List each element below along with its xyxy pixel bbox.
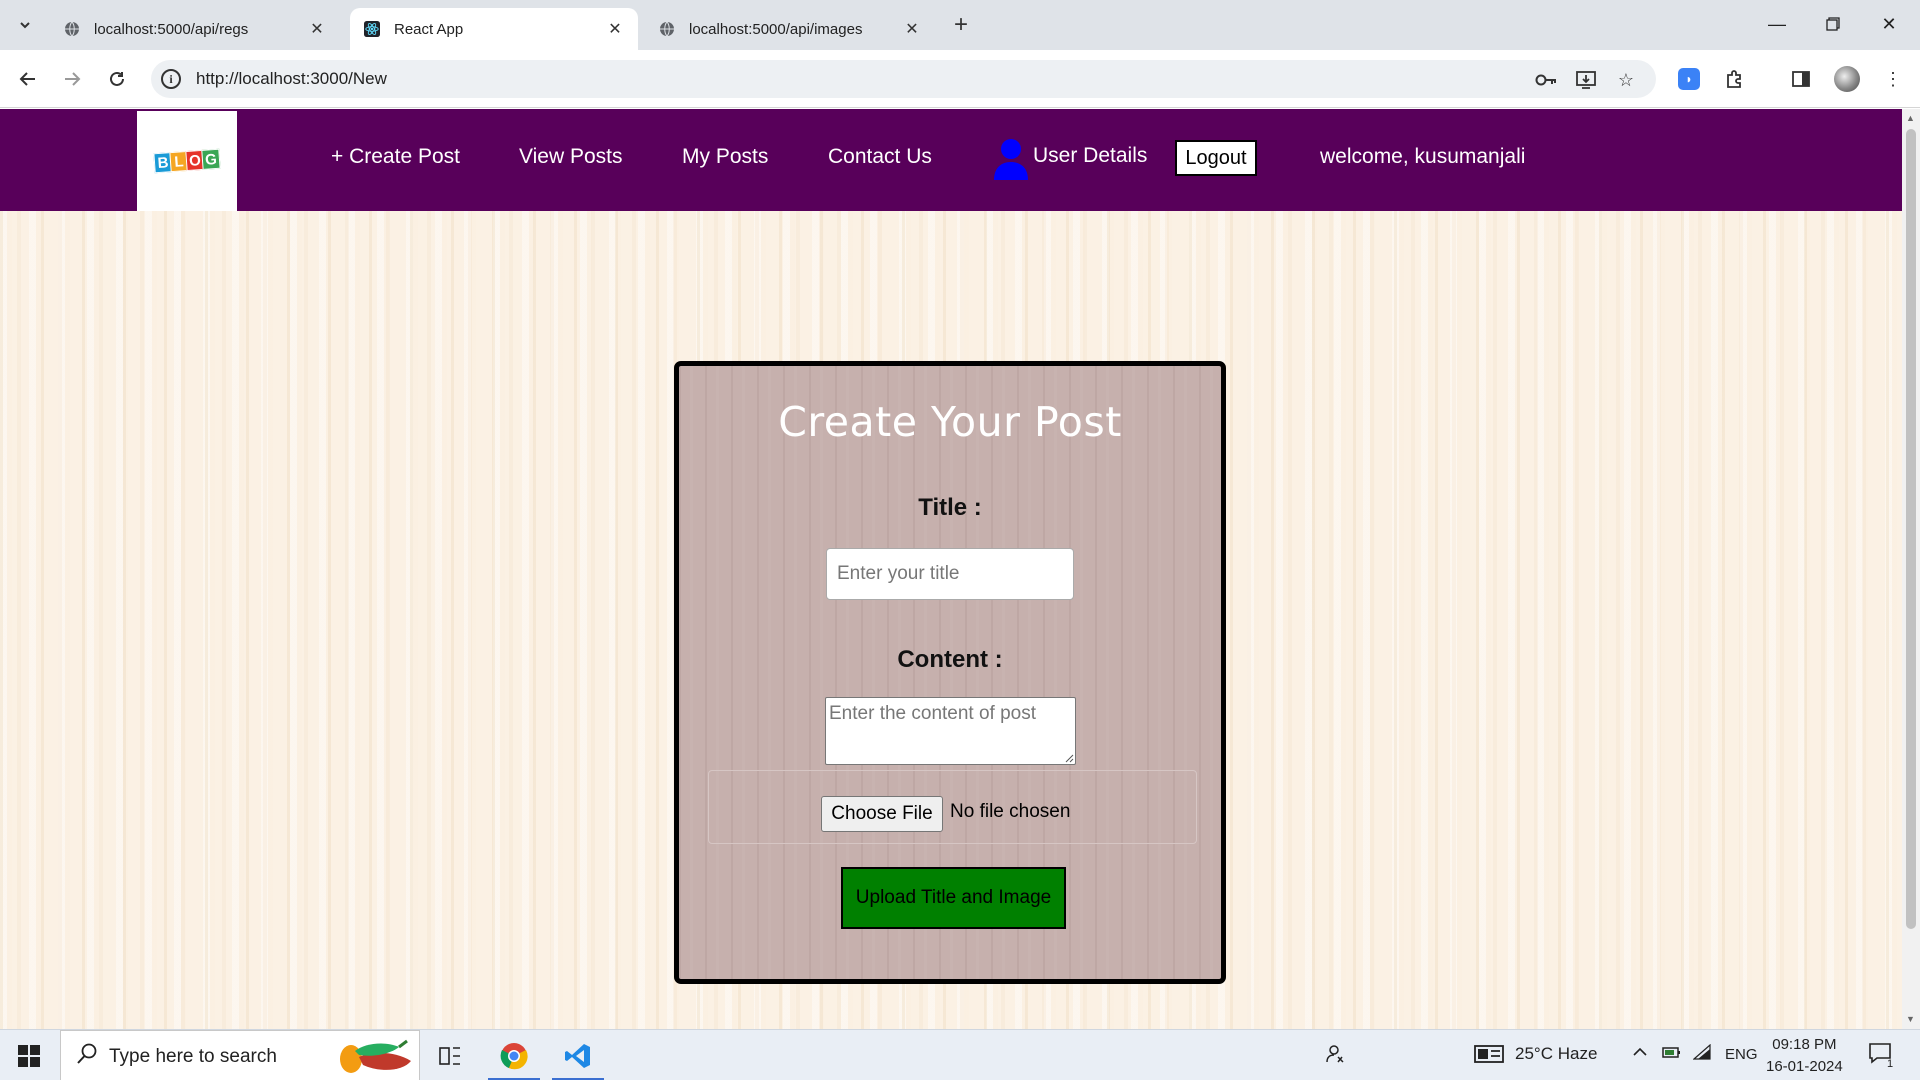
choose-file-button[interactable]: Choose File [821, 796, 943, 832]
chrome-taskbar-icon[interactable] [484, 1030, 544, 1080]
welcome-text: welcome, kusumanjali [1320, 145, 1526, 168]
wifi-icon[interactable] [1692, 1043, 1711, 1065]
puzzle-icon[interactable] [1720, 64, 1750, 94]
chevron-up-icon[interactable] [1632, 1044, 1648, 1065]
reload-icon[interactable] [101, 63, 133, 95]
windows-start-icon[interactable] [0, 1030, 58, 1080]
page-scrollbar[interactable]: ▲ ▼ [1902, 109, 1920, 1029]
site-info-icon[interactable]: i [161, 69, 181, 89]
forward-arrow-icon[interactable] [56, 63, 88, 95]
upload-submit-button[interactable]: Upload Title and Image [841, 867, 1066, 929]
task-view-icon[interactable] [420, 1030, 480, 1080]
create-post-card: Create Your Post Title : Content : Choos… [674, 361, 1226, 984]
tab-title: localhost:5000/api/regs [94, 20, 249, 38]
nav-view-posts[interactable]: View Posts [519, 145, 623, 169]
form-heading: Create Your Post [778, 398, 1122, 446]
title-input[interactable] [826, 548, 1074, 600]
react-icon [364, 21, 380, 37]
close-icon[interactable]: ✕ [606, 20, 624, 38]
key-icon[interactable] [1533, 67, 1559, 93]
restore-icon[interactable] [1810, 0, 1856, 48]
side-panel-icon[interactable] [1786, 64, 1816, 94]
search-placeholder: Type here to search [109, 1046, 277, 1067]
scrollbar-thumb[interactable] [1906, 129, 1916, 929]
nav-contact-us[interactable]: Contact Us [828, 145, 932, 169]
people-icon[interactable] [1325, 1044, 1345, 1069]
nav-create-post[interactable]: + Create Post [331, 145, 460, 169]
content-textarea[interactable] [825, 697, 1076, 765]
minimize-icon[interactable]: — [1754, 0, 1800, 48]
taskbar-search-box[interactable]: Type here to search [60, 1030, 420, 1080]
notification-count-badge: 1 [1887, 1058, 1894, 1070]
clock-date: 16-01-2024 [1766, 1058, 1843, 1075]
tab-title: React App [394, 20, 464, 38]
taskbar-clock[interactable]: 09:18 PM 16-01-2024 [1766, 1034, 1843, 1078]
user-icon[interactable] [993, 138, 1029, 180]
clock-time: 09:18 PM [1772, 1036, 1837, 1053]
file-upload-area: Choose File No file chosen [708, 770, 1197, 844]
tab-react-app[interactable]: React App ✕ [350, 8, 638, 50]
weather-text[interactable]: 25°C Haze [1515, 1044, 1597, 1064]
windows-taskbar: Type here to search 25°C Haze ENG 09:18 … [0, 1029, 1920, 1080]
battery-icon[interactable] [1662, 1044, 1682, 1065]
extension-icon[interactable]: ◗ [1678, 68, 1700, 90]
scroll-up-icon[interactable]: ▲ [1906, 113, 1915, 123]
logo-letter: G [201, 148, 221, 170]
bookmark-star-icon[interactable]: ☆ [1613, 67, 1639, 93]
title-label: Title : [918, 494, 982, 521]
browser-toolbar: i http://localhost:3000/New ☆ ◗ ⋮ [0, 50, 1920, 108]
scroll-down-icon[interactable]: ▼ [1906, 1014, 1915, 1024]
tab-api-regs[interactable]: localhost:5000/api/regs ✕ [50, 8, 340, 50]
new-tab-button[interactable]: + [948, 11, 974, 38]
content-label: Content : [897, 646, 1003, 673]
address-bar[interactable]: i http://localhost:3000/New ☆ [151, 60, 1656, 98]
install-app-icon[interactable] [1573, 67, 1599, 93]
search-icon [77, 1043, 97, 1071]
back-arrow-icon[interactable] [12, 63, 44, 95]
browser-tab-strip: localhost:5000/api/regs ✕ React App ✕ lo… [0, 0, 1920, 50]
logout-button[interactable]: Logout [1175, 140, 1257, 176]
file-status-text: No file chosen [950, 801, 1071, 822]
close-icon[interactable]: ✕ [903, 20, 921, 38]
chili-peppers-icon [340, 1039, 411, 1073]
language-indicator[interactable]: ENG [1725, 1046, 1758, 1063]
weather-icon[interactable] [1474, 1044, 1504, 1069]
url-text[interactable]: http://localhost:3000/New [196, 69, 387, 89]
tab-search-chevron-icon[interactable] [10, 11, 40, 39]
page-viewport: B L O G + Create Post View Posts My Post… [0, 109, 1902, 1029]
close-icon[interactable]: ✕ [308, 20, 326, 38]
kebab-menu-icon[interactable]: ⋮ [1878, 64, 1908, 94]
resize-grip-icon[interactable] [1064, 753, 1074, 763]
close-window-icon[interactable]: ✕ [1866, 0, 1912, 48]
globe-icon [659, 21, 675, 37]
vscode-taskbar-icon[interactable] [548, 1030, 608, 1080]
profile-avatar[interactable] [1834, 66, 1860, 92]
tab-api-images[interactable]: localhost:5000/api/images ✕ [645, 8, 935, 50]
tab-title: localhost:5000/api/images [689, 20, 863, 38]
nav-user-details[interactable]: User Details [1033, 144, 1147, 168]
blog-logo[interactable]: B L O G [137, 111, 237, 211]
nav-my-posts[interactable]: My Posts [682, 145, 768, 169]
globe-icon [64, 21, 80, 37]
app-navbar: B L O G + Create Post View Posts My Post… [0, 109, 1902, 211]
